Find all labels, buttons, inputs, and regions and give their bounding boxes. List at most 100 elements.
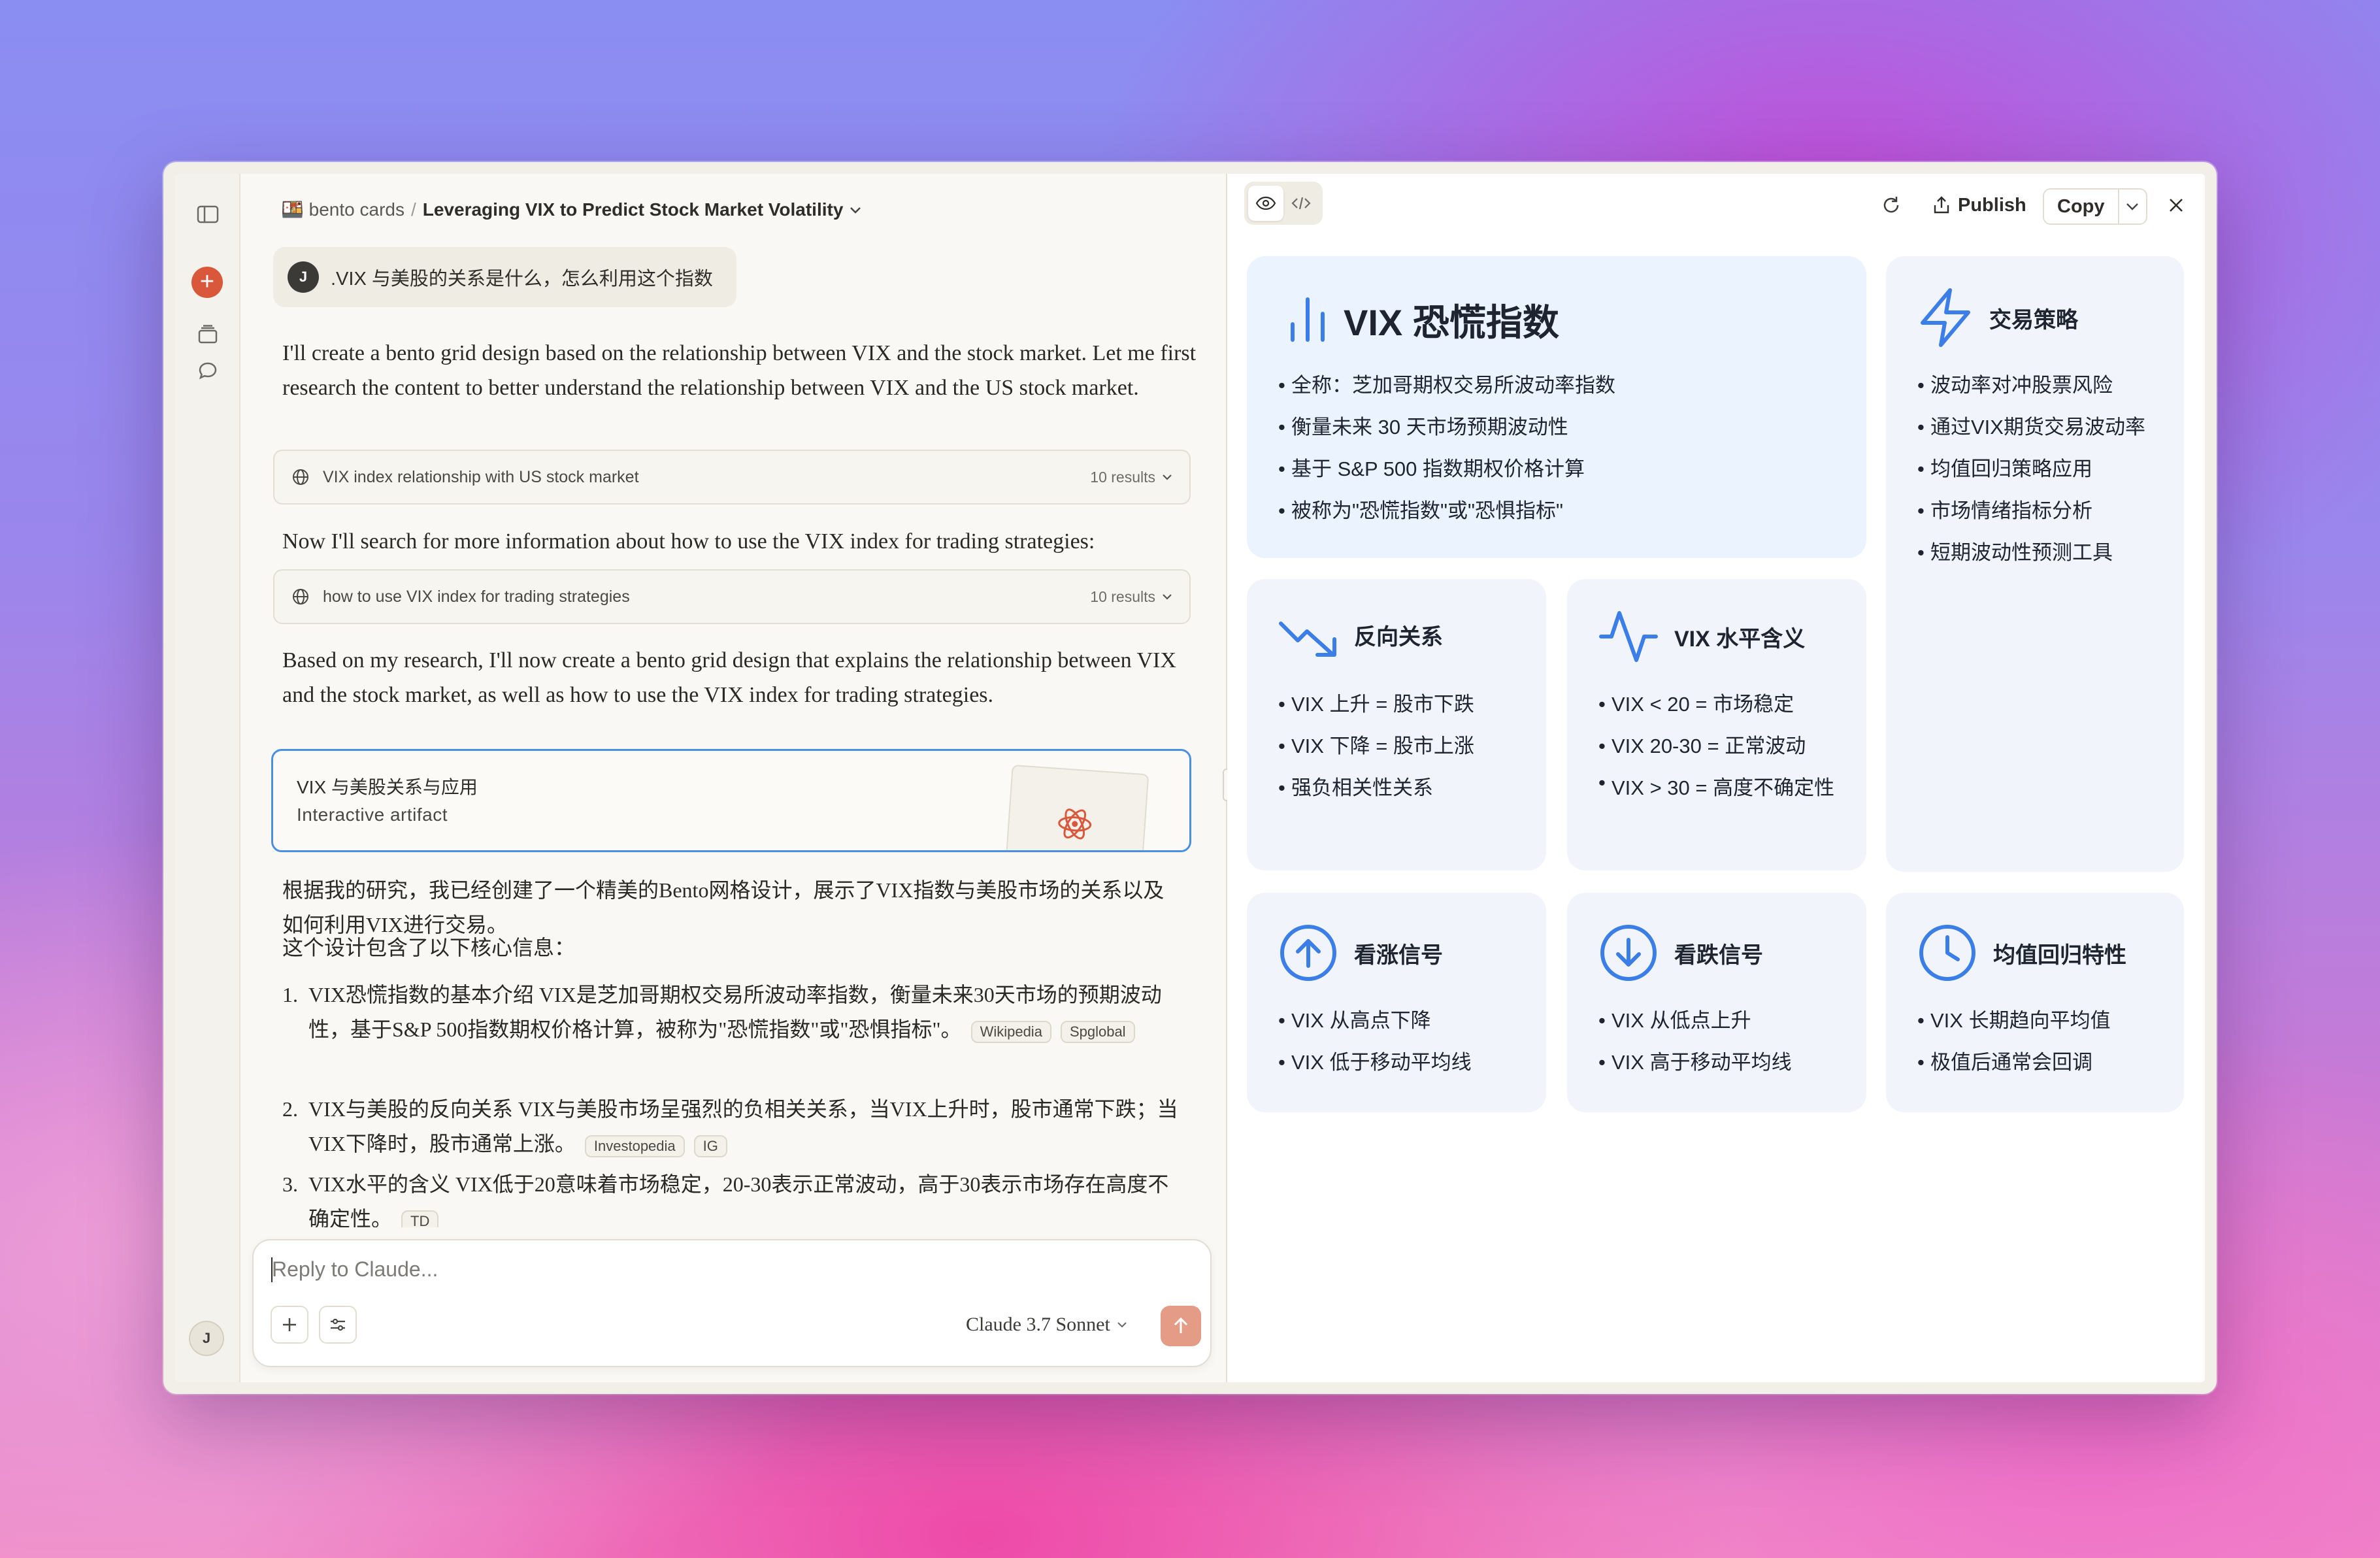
tile-list-item: VIX > 30 = 高度不确定性 (1598, 767, 1847, 804)
tile-list-item: VIX < 20 = 市场稳定 (1598, 684, 1847, 725)
tile-list: 全称：芝加哥期权交易所波动率指数 衡量未来 30 天市场预期波动性 基于 S&P… (1278, 365, 1615, 532)
close-panel-button[interactable] (2167, 188, 2185, 222)
tile-list: VIX 从低点上升 VIX 高于移动平均线 (1598, 1000, 1792, 1084)
search-query: VIX index relationship with US stock mar… (323, 467, 639, 486)
tile-list-item: 短期波动性预测工具 (1917, 532, 2145, 574)
tile-title: VIX 恐慌指数 (1344, 301, 1559, 343)
artifact-title: VIX 与美股关系与应用 (297, 777, 478, 797)
tile-title: 交易策略 (1989, 307, 2078, 333)
citation-chip[interactable]: Spglobal (1060, 1020, 1135, 1043)
assistant-paragraph: I'll create a bento grid design based on… (282, 341, 1197, 400)
settings-button[interactable] (319, 1306, 357, 1344)
sidebar-toggle-icon[interactable] (195, 201, 221, 227)
user-message-text: .VIX 与美股的关系是什么，怎么利用这个指数 (331, 269, 713, 290)
code-tab[interactable] (1283, 186, 1319, 221)
code-icon (1291, 197, 1311, 210)
copy-options-dropdown[interactable] (2119, 203, 2147, 210)
reply-composer[interactable]: Reply to Claude... Claude 3.7 Sonnet (252, 1239, 1212, 1367)
list-item: 3. VIX水平的含义 VIX低于20意味着市场稳定，20-30表示正常波动，高… (282, 1167, 1184, 1227)
reply-input[interactable]: Reply to Claude... (272, 1257, 438, 1282)
citation-chip[interactable]: TD (401, 1210, 439, 1227)
tile-title: VIX 水平含义 (1674, 626, 1806, 652)
tile-list: VIX 从高点下降 VIX 低于移动平均线 (1278, 1000, 1472, 1084)
view-toggle (1244, 182, 1323, 225)
arrow-up-circle-icon (1280, 925, 1336, 981)
chats-icon[interactable] (195, 358, 221, 384)
tile-list-item: VIX 长期趋向平均值 (1917, 1000, 2111, 1042)
assistant-paragraph: Based on my research, I'll now create a … (282, 648, 1176, 707)
tile-list-item: VIX 下降 = 股市上涨 (1278, 725, 1474, 767)
chat-pane: 🍱 bento cards / Leveraging VIX to Predic… (240, 174, 1226, 1382)
arrow-up-icon (1174, 1317, 1188, 1333)
breadcrumb-separator: / (410, 199, 416, 220)
copy-button[interactable]: Copy (2044, 190, 2119, 224)
clock-icon (1919, 925, 1975, 981)
search-result-count[interactable]: 10 results (1090, 469, 1172, 486)
bento-tile-strategy: 交易策略 波动率对冲股票风险 通过VIX期货交易波动率 均值回归策略应用 市场情… (1886, 256, 2184, 872)
chevron-down-icon (2126, 203, 2139, 210)
tile-list-item: 衡量未来 30 天市场预期波动性 (1278, 406, 1615, 448)
bento-tile-mean-reversion: 均值回归特性 VIX 长期趋向平均值 极值后通常会回调 (1886, 893, 2184, 1112)
close-icon (2170, 199, 2183, 212)
refresh-icon (1883, 197, 1899, 213)
chat-title[interactable]: Leveraging VIX to Predict Stock Market V… (423, 199, 844, 220)
tile-title: 看跌信号 (1674, 942, 1763, 968)
add-attachment-button[interactable] (271, 1306, 308, 1344)
bento-tile-vix: VIX 恐慌指数 全称：芝加哥期权交易所波动率指数 衡量未来 30 天市场预期波… (1247, 256, 1866, 558)
user-message-avatar: J (288, 261, 319, 293)
tile-list-item: 极值后通常会回调 (1917, 1042, 2111, 1084)
publish-button[interactable]: Publish (1933, 188, 2026, 222)
bento-tile-inverse: 反向关系 VIX 上升 = 股市下跌 VIX 下降 = 股市上涨 强负相关性关系 (1247, 579, 1546, 870)
bento-tile-bull: 看涨信号 VIX 从高点下降 VIX 低于移动平均线 (1247, 893, 1546, 1112)
chevron-down-icon[interactable] (850, 201, 861, 218)
projects-icon[interactable] (195, 322, 221, 348)
tile-list-item: 波动率对冲股票风险 (1917, 365, 2145, 406)
tile-list-item: 通过VIX期货交易波动率 (1917, 406, 2145, 448)
artifact-card[interactable]: VIX 与美股关系与应用 Interactive artifact (271, 749, 1191, 852)
web-search-result[interactable]: VIX index relationship with US stock mar… (273, 450, 1191, 505)
tile-list-item: VIX 上升 = 股市下跌 (1278, 684, 1474, 725)
bento-tile-bear: 看跌信号 VIX 从低点上升 VIX 高于移动平均线 (1567, 893, 1866, 1112)
tile-list: VIX 上升 = 股市下跌 VIX 下降 = 股市上涨 强负相关性关系 (1278, 684, 1474, 809)
artifact-subtitle: Interactive artifact (297, 804, 448, 825)
tile-title: 看涨信号 (1354, 942, 1443, 968)
left-rail: + J (175, 174, 240, 1382)
tile-list-item: 全称：芝加哥期权交易所波动率指数 (1278, 365, 1615, 406)
globe-icon (293, 589, 308, 605)
new-chat-button[interactable]: + (191, 267, 223, 298)
app-frame: + J 🍱 bento cards / Leveraging VIX to Pr… (175, 174, 2205, 1382)
citation-chip[interactable]: Wikipedia (970, 1020, 1051, 1043)
tile-list-item: VIX 从低点上升 (1598, 1000, 1792, 1042)
model-selector[interactable]: Claude 3.7 Sonnet (966, 1314, 1127, 1336)
assistant-paragraph: Now I'll search for more information abo… (282, 529, 1095, 554)
bento-tile-levels: VIX 水平含义 VIX < 20 = 市场稳定 VIX 20-30 = 正常波… (1567, 579, 1866, 870)
tile-list-item: VIX 低于移动平均线 (1278, 1042, 1472, 1084)
copy-button-group: Copy (2043, 188, 2147, 225)
citation-chip[interactable]: IG (693, 1135, 727, 1157)
chevron-down-icon (1163, 474, 1172, 480)
chevron-down-icon (1117, 1322, 1127, 1328)
tile-list-item: VIX 20-30 = 正常波动 (1598, 725, 1847, 767)
tile-list: 波动率对冲股票风险 通过VIX期货交易波动率 均值回归策略应用 市场情绪指标分析… (1917, 365, 2145, 574)
refresh-button[interactable] (1881, 188, 1902, 222)
artifact-thumbnail (1004, 764, 1149, 850)
search-query: how to use VIX index for trading strateg… (323, 587, 630, 606)
citation-chip[interactable]: Investopedia (584, 1135, 685, 1157)
preview-tab[interactable] (1248, 186, 1283, 221)
sliders-icon (331, 1318, 345, 1331)
web-search-result[interactable]: how to use VIX index for trading strateg… (273, 569, 1191, 624)
list-item: 1. VIX恐慌指数的基本介绍 VIX是芝加哥期权交易所波动率指数，衡量未来30… (282, 978, 1184, 1047)
tile-title: 均值回归特性 (1993, 942, 2126, 968)
user-avatar[interactable]: J (189, 1321, 224, 1356)
react-atom-icon (1058, 808, 1092, 840)
breadcrumb: 🍱 bento cards / Leveraging VIX to Predic… (281, 199, 861, 220)
activity-icon (1599, 611, 1658, 662)
search-result-count[interactable]: 10 results (1090, 588, 1172, 606)
tile-list-item: VIX 从高点下降 (1278, 1000, 1472, 1042)
breadcrumb-project[interactable]: 🍱 bento cards (281, 199, 405, 220)
tile-list-item: 被称为"恐慌指数"或"恐惧指标" (1278, 490, 1615, 532)
user-message: J .VIX 与美股的关系是什么，怎么利用这个指数 (273, 247, 736, 307)
app-window: + J 🍱 bento cards / Leveraging VIX to Pr… (163, 162, 2217, 1394)
share-icon (1934, 196, 1949, 214)
send-button[interactable] (1161, 1306, 1201, 1346)
